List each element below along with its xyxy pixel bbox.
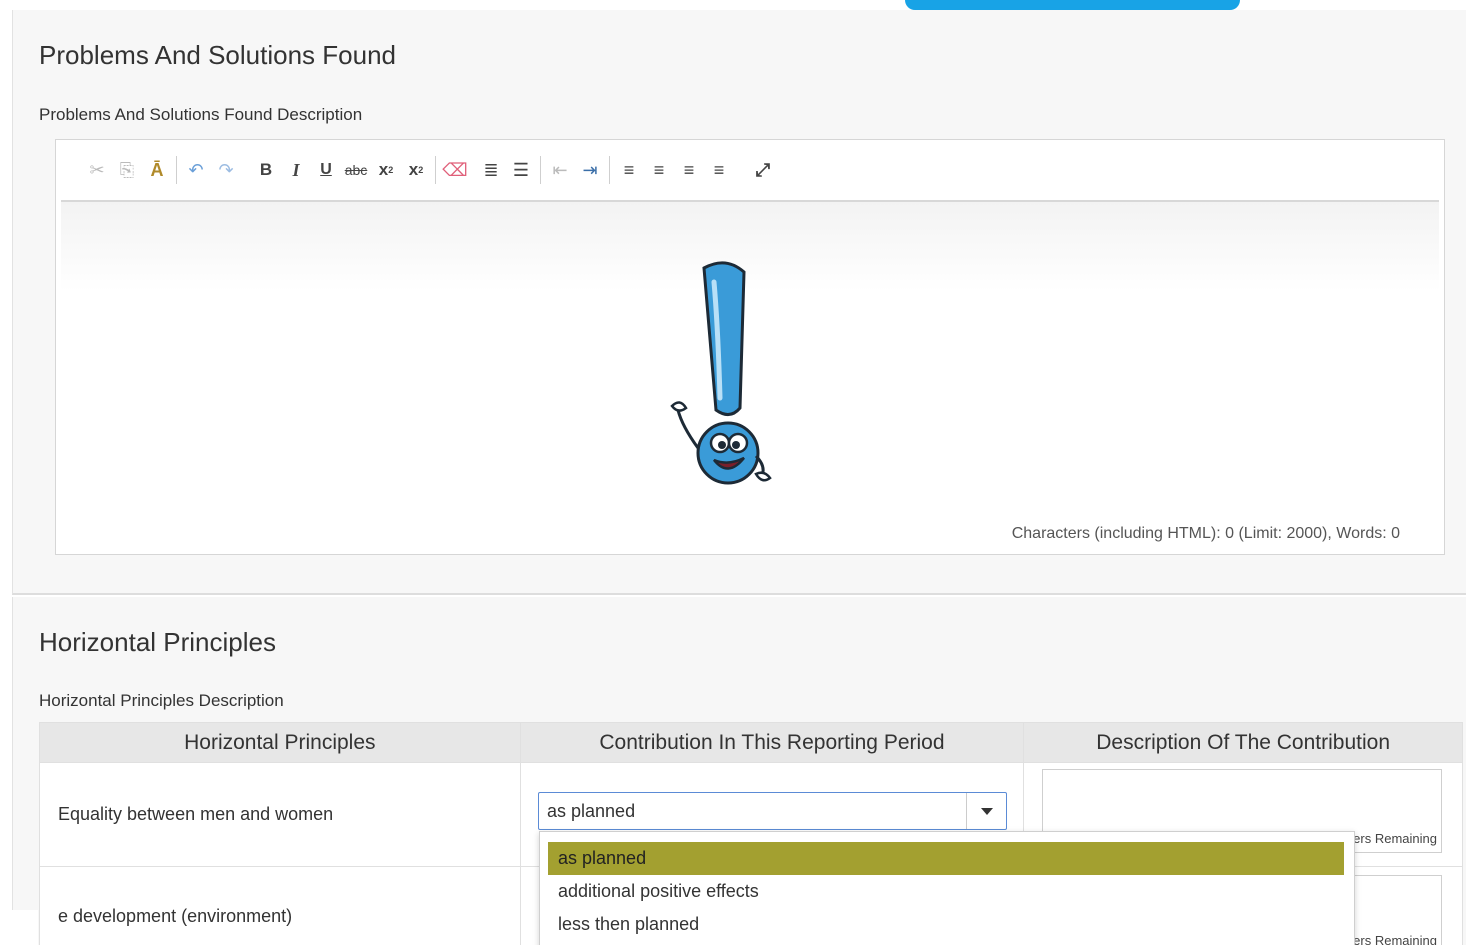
redo-icon[interactable]: ↷ — [211, 155, 241, 185]
principle-label: Equality between men and women — [39, 762, 521, 867]
bold-icon[interactable]: B — [251, 155, 281, 185]
horizontal-principles-panel: Horizontal Principles Horizontal Princip… — [12, 597, 1466, 945]
table-header: Horizontal Principles — [39, 722, 521, 763]
maximize-icon[interactable]: ⤢ — [748, 155, 778, 185]
toolbar-divider — [176, 156, 177, 184]
dropdown-arrow-icon[interactable] — [966, 793, 1006, 829]
bottom-left-mask — [0, 910, 38, 945]
outdent-icon[interactable]: ⇤ — [545, 155, 575, 185]
dropdown-option[interactable]: additional positive effects — [548, 875, 1344, 908]
undo-icon[interactable]: ↶ — [181, 155, 211, 185]
contribution-dropdown-list: as planned additional positive effects l… — [539, 831, 1355, 945]
characters-remaining: ers Remaining — [1353, 933, 1437, 945]
paste-icon[interactable]: Ā — [142, 155, 172, 185]
character-counter: Characters (including HTML): 0 (Limit: 2… — [1011, 525, 1400, 542]
toolbar-divider — [435, 156, 436, 184]
bulleted-list-icon[interactable]: ☰ — [506, 155, 536, 185]
underline-icon[interactable]: U — [311, 155, 341, 185]
toolbar-divider — [540, 156, 541, 184]
align-left-icon[interactable]: ≡ — [614, 155, 644, 185]
section-title-horizontal: Horizontal Principles — [39, 627, 276, 657]
numbered-list-icon[interactable]: ≣ — [476, 155, 506, 185]
horizontal-field-label: Horizontal Principles Description — [39, 691, 284, 710]
exclamation-mascot-icon — [670, 261, 772, 485]
contribution-select[interactable]: as planned — [538, 792, 1007, 830]
strikethrough-icon[interactable]: abc — [341, 155, 371, 185]
dropdown-option[interactable]: less then planned — [548, 908, 1344, 941]
superscript-icon[interactable]: x2 — [401, 155, 431, 185]
contribution-select-value: as planned — [547, 801, 636, 821]
problems-field-label: Problems And Solutions Found Description — [39, 105, 363, 124]
indent-icon[interactable]: ⇥ — [575, 155, 605, 185]
rich-text-editor: ✂ ⎘ Ā ↶ ↷ B I U abc x2 x2 ⌫ ≣ ☰ ⇤ ⇥ ≡ ≡ … — [55, 139, 1445, 555]
problems-solutions-panel: Problems And Solutions Found Problems An… — [12, 10, 1466, 595]
align-center-icon[interactable]: ≡ — [644, 155, 674, 185]
principle-label: e development (environment) — [39, 866, 521, 945]
italic-icon[interactable]: I — [281, 155, 311, 185]
section-title-problems: Problems And Solutions Found — [39, 40, 396, 70]
cut-icon[interactable]: ✂ — [82, 155, 112, 185]
remove-format-icon[interactable]: ⌫ — [440, 155, 470, 185]
toolbar-divider — [609, 156, 610, 184]
align-right-icon[interactable]: ≡ — [674, 155, 704, 185]
dropdown-option[interactable]: as planned — [548, 842, 1344, 875]
copy-icon[interactable]: ⎘ — [112, 155, 142, 185]
characters-remaining: ers Remaining — [1353, 831, 1437, 846]
editor-toolbar: ✂ ⎘ Ā ↶ ↷ B I U abc x2 x2 ⌫ ≣ ☰ ⇤ ⇥ ≡ ≡ … — [56, 140, 1444, 200]
table-header: Contribution In This Reporting Period — [519, 722, 1025, 763]
table-header: Description Of The Contribution — [1023, 722, 1463, 763]
subscript-icon[interactable]: x2 — [371, 155, 401, 185]
justify-icon[interactable]: ≡ — [704, 155, 734, 185]
top-accent-bar — [905, 0, 1240, 10]
